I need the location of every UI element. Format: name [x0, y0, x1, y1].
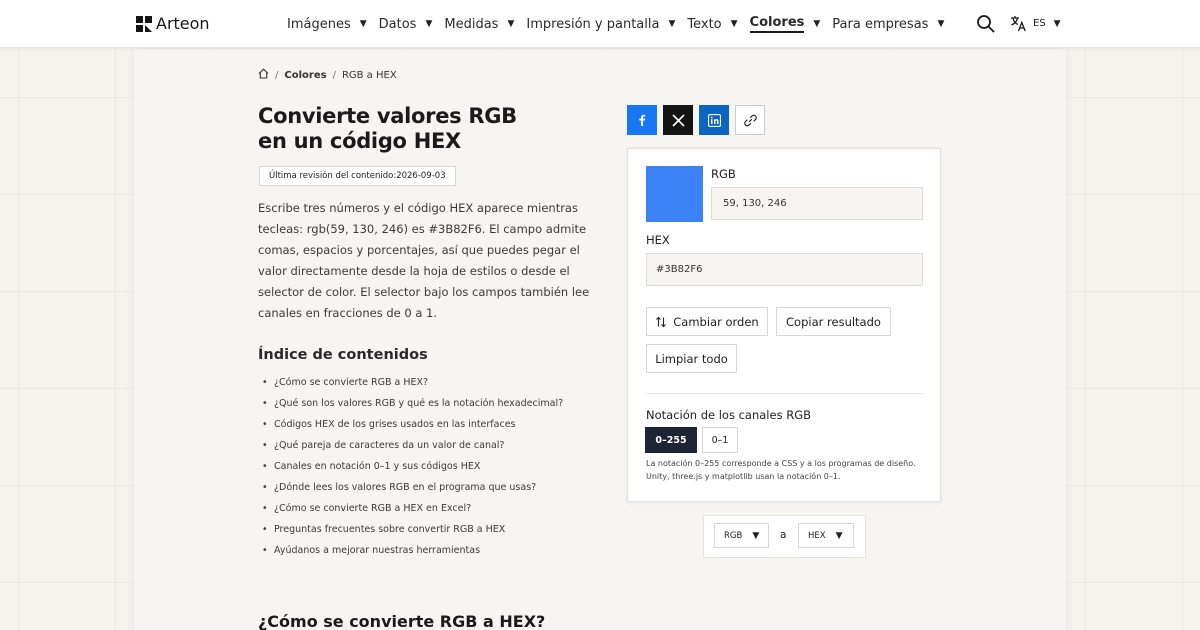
x-icon — [671, 113, 685, 127]
swap-order-button[interactable]: Cambiar orden — [646, 307, 768, 336]
search-icon — [977, 15, 995, 33]
notation-option-0-1[interactable]: 0–1 — [702, 427, 738, 453]
language-code: ES — [1033, 18, 1046, 29]
table-of-contents: ¿Cómo se convierte RGB a HEX? ¿Qué son l… — [262, 372, 563, 561]
breadcrumb-separator: / — [275, 69, 279, 81]
revision-badge: Última revisión del contenido:2026-09-03 — [259, 166, 456, 186]
page-title: Convierte valores RGB en un código HEX — [258, 104, 598, 154]
toc-item[interactable]: Ayúdanos a mejorar nuestras herramientas — [262, 540, 563, 561]
toc-item[interactable]: ¿Qué pareja de caracteres da un valor de… — [262, 435, 563, 456]
hex-input[interactable]: #3B82F6 — [646, 253, 923, 286]
breadcrumb-separator: / — [332, 69, 336, 81]
toc-item[interactable]: ¿Qué son los valores RGB y qué es la not… — [262, 393, 563, 414]
caret-down-icon: ▼ — [425, 19, 433, 29]
copy-result-button[interactable]: Copiar resultado — [776, 307, 891, 336]
nav-item-para-empresas[interactable]: Para empresas ▼ — [832, 17, 944, 32]
toc-item[interactable]: ¿Cómo se convierte RGB a HEX? — [262, 372, 563, 393]
nav-label: Para empresas — [832, 16, 929, 32]
notation-note: La notación 0–255 corresponde a CSS y a … — [646, 459, 916, 481]
nav-item-imagenes[interactable]: Imágenes ▼ — [287, 17, 367, 32]
toc-item[interactable]: ¿Dónde lees los valores RGB en el progra… — [262, 477, 563, 498]
brand-logo-icon — [136, 15, 152, 32]
page-title-line-2: en un código HEX — [258, 129, 461, 153]
to-format-value: HEX — [808, 530, 826, 541]
caret-down-icon: ▼ — [668, 19, 676, 29]
nav-label: Imágenes — [287, 16, 351, 32]
notation-label: Notación de los canales RGB — [646, 408, 812, 422]
brand-logo[interactable]: Arteon — [136, 14, 210, 33]
copy-link-button[interactable] — [735, 105, 765, 135]
caret-down-icon: ▼ — [752, 530, 760, 541]
swap-vertical-icon — [656, 316, 667, 327]
nav-label: Impresión y pantalla — [526, 16, 660, 32]
nav-item-impresion-y-pantalla[interactable]: Impresión y pantalla ▼ — [526, 17, 675, 32]
brand-name: Arteon — [156, 14, 210, 33]
swap-order-label: Cambiar orden — [673, 314, 759, 329]
toc-item[interactable]: Preguntas frecuentes sobre convertir RGB… — [262, 519, 563, 540]
toc-item[interactable]: Canales en notación 0–1 y sus códigos HE… — [262, 456, 563, 477]
from-format-value: RGB — [724, 530, 743, 541]
share-facebook-button[interactable] — [627, 105, 657, 135]
notation-option-0-255[interactable]: 0–255 — [645, 427, 697, 453]
caret-down-icon: ▼ — [507, 19, 515, 29]
translate-icon — [1011, 16, 1026, 32]
link-icon — [743, 114, 757, 126]
toc-title: Índice de contenidos — [258, 347, 428, 363]
language-selector[interactable]: ES ▼ — [1010, 15, 1061, 32]
selector-connector: a — [780, 529, 787, 541]
caret-down-icon: ▼ — [813, 19, 821, 29]
main-nav: Imágenes ▼ Datos ▼ Medidas ▼ Impresión y… — [287, 0, 952, 48]
breadcrumb-current: RGB a HEX — [341, 69, 397, 81]
nav-label: Texto — [687, 16, 722, 32]
caret-down-icon: ▼ — [835, 530, 843, 541]
share-x-button[interactable] — [663, 105, 693, 135]
revision-label: Última revisión del contenido: — [269, 171, 397, 181]
nav-item-datos[interactable]: Datos ▼ — [379, 17, 433, 32]
rgb-input[interactable]: 59, 130, 246 — [711, 187, 923, 220]
site-header: Arteon Imágenes ▼ Datos ▼ Medidas ▼ Impr… — [0, 0, 1200, 48]
home-icon[interactable] — [258, 68, 269, 82]
facebook-icon — [639, 114, 646, 126]
caret-down-icon: ▼ — [730, 19, 738, 29]
toc-item[interactable]: ¿Cómo se convierte RGB a HEX en Excel? — [262, 498, 563, 519]
toc-item[interactable]: Códigos HEX de los grises usados en las … — [262, 414, 563, 435]
share-bar — [627, 105, 765, 135]
search-button[interactable] — [976, 14, 996, 34]
caret-down-icon: ▼ — [359, 19, 367, 29]
breadcrumb: / Colores / RGB a HEX — [258, 68, 397, 82]
nav-label: Medidas — [444, 16, 499, 32]
from-format-select[interactable]: RGB ▼ — [714, 523, 769, 548]
divider — [646, 393, 924, 394]
breadcrumb-link-colores[interactable]: Colores — [284, 70, 326, 81]
nav-item-texto[interactable]: Texto ▼ — [687, 17, 737, 32]
section-title: ¿Cómo se convierte RGB a HEX? — [258, 612, 546, 630]
page-title-line-1: Convierte valores RGB — [258, 104, 517, 128]
clear-all-button[interactable]: Limpiar todo — [646, 344, 737, 373]
revision-date: 2026-09-03 — [396, 171, 446, 181]
nav-label: Datos — [378, 16, 417, 32]
intro-text: Escribe tres números y el código HEX apa… — [258, 201, 590, 320]
color-swatch — [646, 166, 703, 222]
nav-label: Colores — [749, 15, 805, 33]
nav-item-medidas[interactable]: Medidas ▼ — [444, 17, 514, 32]
hex-label: HEX — [646, 233, 670, 247]
to-format-select[interactable]: HEX ▼ — [798, 523, 854, 548]
caret-down-icon: ▼ — [1053, 18, 1061, 29]
share-linkedin-button[interactable] — [699, 105, 729, 135]
linkedin-icon — [707, 113, 721, 127]
rgb-label: RGB — [711, 167, 736, 181]
caret-down-icon: ▼ — [937, 19, 945, 29]
nav-item-colores[interactable]: Colores ▼ — [749, 15, 821, 33]
